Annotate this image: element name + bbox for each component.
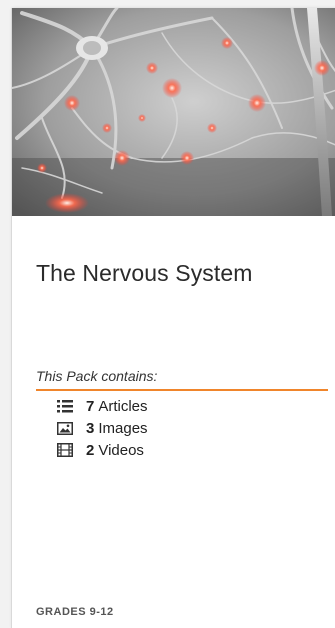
images-label: Images <box>98 419 148 437</box>
list-item-videos: 2 Videos <box>56 439 148 461</box>
videos-count: 2 <box>86 441 95 459</box>
videos-label: Videos <box>98 441 144 459</box>
pack-contents-list: 7 Articles 3 Images 2 Videos <box>56 395 148 461</box>
pack-title[interactable]: The Nervous System <box>36 260 253 287</box>
pack-contains-label: This Pack contains: <box>36 368 158 384</box>
list-item-articles: 7 Articles <box>56 395 148 417</box>
divider <box>36 389 328 391</box>
image-icon <box>56 421 74 435</box>
neuron-image[interactable] <box>12 8 335 216</box>
resource-pack-card[interactable]: The Nervous System This Pack contains: 7… <box>12 8 335 628</box>
images-count: 3 <box>86 419 95 437</box>
film-icon <box>56 443 74 457</box>
grades-label: GRADES 9-12 <box>36 606 114 618</box>
list-icon <box>56 399 74 413</box>
articles-count: 7 <box>86 397 95 415</box>
articles-label: Articles <box>98 397 148 415</box>
list-item-images: 3 Images <box>56 417 148 439</box>
